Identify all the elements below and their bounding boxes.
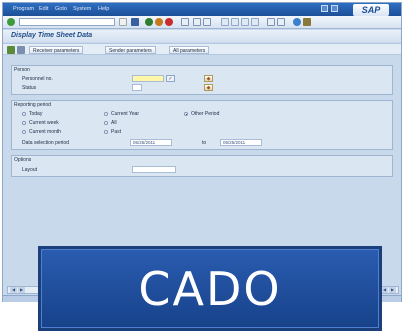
application-toolbar: Receiver parameters Sender parameters Al…	[3, 43, 401, 55]
personnel-no-label: Personnel no.	[22, 76, 53, 82]
dropdown-icon[interactable]	[119, 18, 127, 26]
help-icon[interactable]	[293, 18, 301, 26]
reporting-period-group: Reporting period Today Current week Curr…	[11, 100, 393, 150]
scroll-page-right-icon[interactable]: ▶	[389, 287, 396, 293]
radio-other-period[interactable]	[184, 112, 188, 116]
current-year-label: Current Year	[111, 111, 140, 117]
execute-icon[interactable]	[7, 46, 15, 54]
radio-today[interactable]	[22, 112, 26, 116]
previous-page-icon[interactable]	[231, 18, 239, 26]
scroll-right-icon[interactable]: ▶	[18, 287, 25, 293]
sender-parameters-button[interactable]: Sender parameters	[105, 46, 156, 54]
status-selection-icon[interactable]: ◆	[204, 84, 213, 91]
current-week-label: Current week	[29, 120, 59, 126]
title-bar: Display Time Sheet Data	[3, 30, 401, 42]
print-icon[interactable]	[181, 18, 189, 26]
enter-icon[interactable]	[7, 18, 15, 26]
layout-menu-icon[interactable]	[303, 18, 311, 26]
cado-banner: CADO	[38, 246, 382, 331]
options-group: Options Layout	[11, 155, 393, 177]
status-input[interactable]	[132, 84, 142, 91]
menu-goto[interactable]: Goto	[55, 6, 67, 12]
back-icon[interactable]	[145, 18, 153, 26]
all-label: All	[111, 120, 117, 126]
group-title-options: Options	[14, 157, 32, 163]
new-session-icon[interactable]	[267, 18, 275, 26]
personnel-selection-icon[interactable]: ◆	[204, 75, 213, 82]
standard-toolbar	[3, 16, 401, 29]
radio-current-year[interactable]	[104, 112, 108, 116]
save-icon[interactable]	[131, 18, 139, 26]
page-title: Display Time Sheet Data	[11, 32, 93, 39]
past-label: Past	[111, 129, 122, 135]
current-month-label: Current month	[29, 129, 61, 135]
search-help-icon[interactable]: ✓	[166, 75, 175, 82]
radio-current-week[interactable]	[22, 121, 26, 125]
personnel-no-input[interactable]	[132, 75, 164, 82]
menu-edit[interactable]: Edit	[39, 6, 48, 12]
command-field[interactable]	[19, 18, 115, 26]
next-page-icon[interactable]	[241, 18, 249, 26]
exit-icon[interactable]	[155, 18, 163, 26]
period-to-label: to	[202, 140, 207, 146]
menu-help[interactable]: Help	[98, 6, 109, 12]
person-group: Person Personnel no. ✓ ◆ Status ◆	[11, 65, 393, 95]
find-icon[interactable]	[193, 18, 201, 26]
radio-past[interactable]	[104, 130, 108, 134]
sap-logo: SAP	[353, 4, 389, 16]
find-next-icon[interactable]	[203, 18, 211, 26]
variant-icon[interactable]	[17, 46, 25, 54]
status-label: Status	[22, 85, 37, 91]
group-title-person: Person	[14, 67, 30, 73]
layout-input[interactable]	[132, 166, 176, 173]
period-to-input[interactable]: 05/25/2011	[220, 139, 262, 146]
layout-label: Layout	[22, 167, 38, 173]
today-label: Today	[29, 111, 43, 117]
menu-program[interactable]: Program	[13, 6, 34, 12]
period-from-input[interactable]: 05/25/2011	[130, 139, 172, 146]
last-page-icon[interactable]	[251, 18, 259, 26]
shortcut-icon[interactable]	[277, 18, 285, 26]
minimize-icon[interactable]	[321, 5, 328, 12]
maximize-icon[interactable]	[331, 5, 338, 12]
cancel-icon[interactable]	[165, 18, 173, 26]
radio-current-month[interactable]	[22, 130, 26, 134]
menu-system[interactable]: System	[73, 6, 91, 12]
data-selection-period-label: Data selection period	[22, 140, 69, 146]
scroll-page-left-icon[interactable]: ◀	[381, 287, 388, 293]
menu-bar: Program Edit Goto System Help SAP	[3, 3, 401, 16]
all-parameters-button[interactable]: All parameters	[169, 46, 210, 54]
other-period-label: Other Period	[191, 111, 220, 117]
scroll-left-icon[interactable]: ◀	[10, 287, 17, 293]
receiver-parameters-button[interactable]: Receiver parameters	[29, 46, 84, 54]
group-title-reporting-period: Reporting period	[14, 102, 51, 108]
first-page-icon[interactable]	[221, 18, 229, 26]
radio-all[interactable]	[104, 121, 108, 125]
